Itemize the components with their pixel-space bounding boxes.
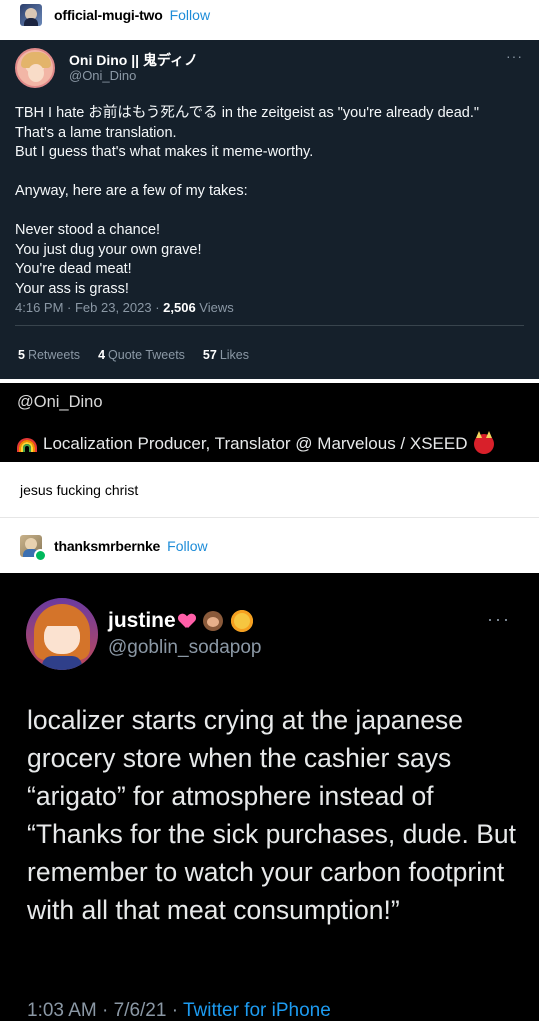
more-options-icon: ··· — [487, 609, 511, 629]
tweet-text: localizer starts crying at the japanese … — [27, 705, 517, 925]
oni-mask-icon — [473, 431, 494, 454]
tweet-timestamp: 1:03 AM · 7/6/21 · Twitter for iPhone — [27, 1000, 331, 1021]
profile-bio: Localization Producer, Translator @ Marv… — [17, 431, 494, 454]
tweet-timestamp: 4:16 PM · Feb 23, 2023 · 2,506 Views — [15, 300, 234, 315]
heart-icon — [179, 614, 195, 628]
likes-stat: 57 Likes — [203, 348, 249, 362]
tweet-author-avatar — [26, 598, 98, 670]
tweet-author-avatar — [15, 48, 55, 88]
tweet-author-name: justine — [108, 609, 176, 632]
reblog-icon — [34, 549, 47, 562]
tweet-source-link[interactable]: Twitter for iPhone — [183, 1000, 331, 1021]
tweet-stats: 5 Retweets 4 Quote Tweets 57 Likes — [18, 348, 249, 362]
divider — [15, 325, 524, 326]
follow-button[interactable]: Follow — [167, 538, 207, 554]
blog-name[interactable]: thanksmrbernke — [54, 538, 160, 554]
retweets-count: 5 — [18, 348, 25, 362]
profile-handle: @Oni_Dino — [17, 393, 103, 411]
retweets-stat: 5 Retweets — [18, 348, 80, 362]
sun-icon — [230, 610, 253, 632]
rainbow-icon — [17, 436, 37, 452]
retweets-label: Retweets — [27, 348, 81, 362]
profile-bio-text: Localization Producer, Translator @ Marv… — [43, 434, 468, 453]
views-label: Views — [195, 300, 234, 315]
more-options-icon: ··· — [506, 48, 523, 64]
tweet-time-date: 1:03 AM · 7/6/21 · — [27, 1000, 183, 1021]
post-header: official-mugi-two Follow — [0, 0, 539, 30]
tweet-card: Oni Dino || 鬼ディノ @Oni_Dino ··· TBH I hat… — [0, 40, 539, 379]
likes-count: 57 — [202, 348, 217, 362]
quotes-count: 4 — [98, 348, 106, 362]
tweet-time-date: 4:16 PM · Feb 23, 2023 · — [15, 300, 164, 315]
reblog-header: thanksmrbernke Follow — [0, 531, 539, 562]
views-count: 2,506 — [163, 300, 196, 315]
divider — [0, 517, 539, 518]
profile-screenshot: @Oni_Dino Localization Producer, Transla… — [0, 383, 539, 462]
tweet-author-handle: @goblin_sodapop — [108, 637, 262, 658]
blog-avatar[interactable] — [20, 535, 47, 562]
follow-button[interactable]: Follow — [170, 7, 210, 23]
quotes-label: Quote Tweets — [108, 348, 185, 362]
likes-label: Likes — [219, 348, 250, 362]
monkey-icon — [202, 611, 223, 631]
tweet-author-name-row: justine — [108, 609, 253, 633]
tweet-card: justine @goblin_sodapop ··· localizer st… — [0, 573, 539, 1021]
blog-avatar[interactable] — [20, 4, 42, 26]
tweet-text: TBH I hate お前はもう死んでる in the zeitgeist as… — [15, 105, 480, 297]
tweet-author-name: Oni Dino || 鬼ディノ — [69, 52, 198, 68]
tweet-author-handle: @Oni_Dino — [69, 68, 137, 83]
post-caption: jesus fucking christ — [20, 482, 139, 498]
blog-name[interactable]: official-mugi-two — [54, 7, 163, 23]
quotes-stat: 4 Quote Tweets — [98, 348, 185, 362]
